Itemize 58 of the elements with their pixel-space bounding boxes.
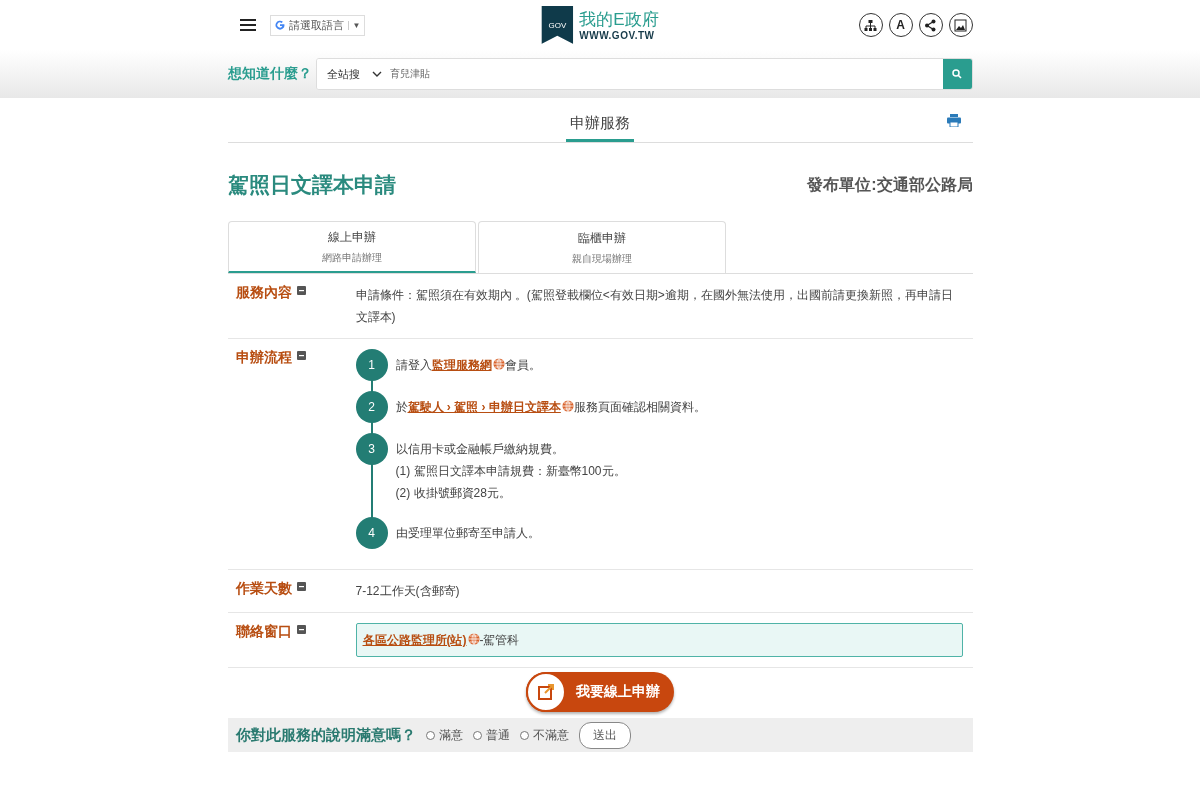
row-text: 7-12工作天(含郵寄): [355, 583, 461, 600]
step-number: 3: [355, 433, 388, 465]
share-button[interactable]: [918, 13, 943, 37]
language-selector[interactable]: 請選取語言 ▼: [269, 14, 366, 36]
chevron-down-icon: [371, 70, 382, 78]
survey-option[interactable]: 滿意: [425, 726, 463, 744]
collapse-icon[interactable]: [296, 351, 306, 360]
step-detail: (2) 收掛號郵資28元。: [395, 485, 512, 502]
search-icon: [952, 69, 962, 79]
page-title: 駕照日文譯本申請: [227, 172, 396, 198]
service-tab[interactable]: 臨櫃申辦 親自現場辦理: [477, 221, 726, 273]
survey-question: 你對此服務的說明滿意嗎？: [235, 725, 416, 745]
collapse-icon[interactable]: [296, 625, 306, 634]
globe-icon: [561, 400, 574, 412]
step-number: 4: [355, 517, 388, 549]
globe-icon: [467, 633, 480, 645]
image-icon: [954, 18, 967, 32]
search-field[interactable]: 全站搜 育兒津貼: [315, 58, 973, 90]
collapse-icon[interactable]: [296, 582, 306, 591]
font-size-button[interactable]: A: [888, 13, 913, 37]
search-label: 想知道什麼？: [227, 65, 312, 83]
step-link[interactable]: 駕駛人 › 駕照 › 申辦日文譯本: [407, 400, 574, 414]
search-button[interactable]: [942, 59, 972, 89]
sitemap-button[interactable]: [858, 13, 883, 37]
globe-icon: [492, 358, 505, 370]
sitemap-icon: [864, 18, 877, 32]
survey-option[interactable]: 不滿意: [519, 726, 569, 744]
step-detail: (1) 駕照日文譯本申請規費：新臺幣100元。: [395, 463, 626, 480]
step-number: 1: [355, 349, 388, 381]
survey-option[interactable]: 普通: [472, 726, 510, 744]
step-text: 由受理單位郵寄至申請人。: [395, 525, 540, 542]
step-text: 於駕駛人 › 駕照 › 申辦日文譯本 服務頁面確認相關資料。: [395, 399, 706, 416]
row-label: 作業天數: [235, 580, 292, 598]
step-text: 請登入監理服務網 會員。: [395, 357, 541, 374]
logo-title: 我的E政府: [579, 9, 659, 30]
row-label: 申辦流程: [235, 349, 292, 367]
g-logo-icon: [274, 20, 285, 30]
logo-badge: GOV: [541, 6, 574, 44]
row-label: 聯絡窗口: [235, 623, 292, 641]
print-icon[interactable]: [946, 114, 961, 127]
step-text: 以信用卡或金融帳戶繳納規費。: [395, 441, 565, 458]
row-label: 服務內容: [235, 284, 292, 302]
collapse-icon[interactable]: [296, 286, 306, 295]
step-link[interactable]: 監理服務網: [431, 358, 505, 372]
row-text: 申請條件：駕照須在有效期內 。(駕照登載欄位<有效日期>逾期，在國外無法使用，出國前請更換新照，再申請日文譯本): [355, 287, 954, 326]
menu-icon[interactable]: [239, 19, 256, 31]
external-link-icon: [537, 683, 555, 701]
contact-text: 各區公路監理所(站) -駕管科: [355, 623, 963, 657]
contact-link[interactable]: 各區公路監理所(站): [362, 633, 480, 647]
logo-subtitle: WWW.GOV.TW: [579, 29, 656, 41]
step-number: 2: [355, 391, 388, 423]
publisher: 發布單位:交通部公路局: [807, 174, 973, 195]
share-icon: [924, 18, 937, 32]
apply-online-button[interactable]: 我要線上申辦: [526, 672, 674, 712]
section-tab[interactable]: 申辦服務: [566, 98, 634, 142]
service-tab[interactable]: 線上申辦 網路申請辦理: [227, 221, 476, 273]
submit-button[interactable]: 送出: [578, 721, 631, 749]
gallery-button[interactable]: [948, 13, 973, 37]
